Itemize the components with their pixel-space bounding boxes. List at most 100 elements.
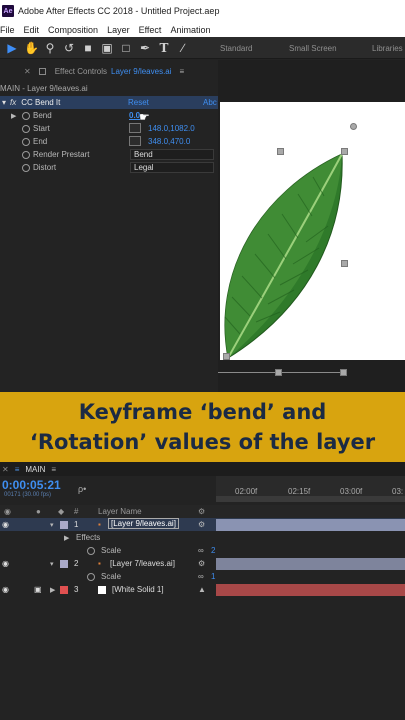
property-name: Effects: [76, 533, 101, 542]
effect-controls-tab-layer[interactable]: Layer 9/leaves.ai: [111, 67, 171, 76]
property-name: Scale: [101, 572, 122, 581]
menu-edit[interactable]: Edit: [24, 25, 40, 35]
property-name: Distort: [33, 163, 57, 172]
timeline-comp-tab[interactable]: MAIN: [25, 465, 45, 474]
rotate-tool-icon[interactable]: ↺: [62, 41, 76, 55]
label-color-swatch[interactable]: [60, 521, 68, 529]
menu-effect[interactable]: Effect: [139, 25, 162, 35]
transform-handle[interactable]: [275, 369, 282, 376]
pan-behind-tool-icon[interactable]: ▣: [100, 41, 114, 55]
stopwatch-icon[interactable]: [22, 112, 30, 120]
transform-handle[interactable]: [341, 148, 348, 155]
shy-switch-icon[interactable]: ⚙: [198, 559, 205, 568]
search-icon[interactable]: ρ•: [78, 484, 86, 494]
menu-animation[interactable]: Animation: [170, 25, 210, 35]
timecode[interactable]: 0:00:05:21: [2, 478, 61, 492]
transform-handle[interactable]: [223, 353, 230, 360]
layer-name[interactable]: [Layer 7/leaves.ai]: [110, 559, 175, 568]
link-icon[interactable]: ∞: [198, 546, 204, 555]
label-color-swatch[interactable]: [60, 560, 68, 568]
effect-name: CC Bend It: [21, 98, 61, 107]
window-title: Adobe After Effects CC 2018 - Untitled P…: [18, 6, 220, 16]
distort-dropdown[interactable]: Legal: [130, 162, 214, 173]
layer-duration-bar[interactable]: [216, 584, 405, 596]
stopwatch-icon[interactable]: [22, 125, 30, 133]
switches-column-icon: ⚙: [198, 507, 206, 516]
selection-tool-icon[interactable]: ▶: [5, 41, 19, 55]
close-icon[interactable]: ✕: [24, 67, 31, 76]
ruler-tick: 02:15f: [288, 487, 311, 496]
zoom-tool-icon[interactable]: ⚲: [43, 41, 57, 55]
start-value[interactable]: 148.0,1082.0: [148, 124, 195, 133]
twirl-arrow-icon[interactable]: ▾: [50, 560, 54, 568]
twirl-arrow-icon[interactable]: ▾: [50, 521, 54, 529]
stopwatch-icon[interactable]: [22, 138, 30, 146]
eye-icon[interactable]: ◉: [2, 520, 9, 529]
stopwatch-icon[interactable]: [22, 164, 30, 172]
scale-value[interactable]: 2: [211, 546, 215, 555]
ruler-tick: 02:00f: [235, 487, 258, 496]
menu-composition[interactable]: Composition: [48, 25, 98, 35]
render-prestart-dropdown[interactable]: Bend: [130, 149, 214, 160]
reset-link[interactable]: Reset: [128, 98, 149, 107]
comp-menu-icon[interactable]: ≡: [15, 465, 20, 474]
pen-tool-icon[interactable]: ✒: [138, 41, 152, 55]
panel-menu-icon[interactable]: ≡: [180, 67, 185, 76]
layer-number: 3: [74, 585, 79, 594]
work-area-bar[interactable]: [216, 496, 405, 502]
property-row-start: Start 148.0,1082.0: [0, 122, 218, 135]
brush-tool-icon[interactable]: ∕: [176, 41, 190, 55]
scale-property-row[interactable]: Scale ∞ 1: [0, 570, 405, 583]
shy-switch-icon[interactable]: ▲: [198, 585, 206, 594]
transform-handle[interactable]: [341, 260, 348, 267]
layer-name[interactable]: [White Solid 1]: [112, 585, 164, 594]
after-effects-logo-icon: Ae: [2, 5, 14, 17]
crosshair-icon[interactable]: [129, 136, 141, 146]
property-name: Scale: [101, 546, 122, 555]
shy-switch-icon[interactable]: ⚙: [198, 520, 205, 529]
stopwatch-icon[interactable]: [87, 573, 95, 581]
property-row-end: End 348.0,470.0: [0, 135, 218, 148]
caption-banner: Keyframe ‘bend’ and ‘Rotation’ values of…: [0, 392, 405, 462]
menu-layer[interactable]: Layer: [107, 25, 130, 35]
type-tool-icon[interactable]: T: [157, 41, 171, 55]
rectangle-tool-icon[interactable]: □: [119, 41, 133, 55]
layer-name[interactable]: [Layer 9/leaves.ai]: [108, 518, 179, 529]
hand-tool-icon[interactable]: ✋: [24, 41, 39, 55]
layer-duration-bar[interactable]: [216, 558, 405, 570]
layer-duration-bar[interactable]: [216, 519, 405, 531]
scale-property-row[interactable]: Scale ∞ 2: [0, 544, 405, 557]
fx-icon[interactable]: fx: [10, 98, 16, 107]
end-value[interactable]: 348.0,470.0: [148, 137, 190, 146]
menu-file[interactable]: File: [0, 25, 15, 35]
layer-name-column[interactable]: Layer Name: [98, 507, 142, 516]
twirl-arrow-icon[interactable]: ▶: [11, 112, 16, 120]
label-color-swatch[interactable]: [60, 586, 68, 594]
close-icon[interactable]: ✕: [2, 465, 9, 474]
effects-group-row[interactable]: ▶ Effects: [0, 531, 405, 544]
lock-icon[interactable]: ▣: [34, 585, 42, 594]
effect-header-row[interactable]: ▾ fx CC Bend It Reset Abc: [0, 96, 218, 109]
scale-value[interactable]: 1: [211, 572, 215, 581]
composition-canvas[interactable]: [220, 102, 405, 360]
twirl-arrow-icon[interactable]: ▶: [50, 586, 55, 594]
stopwatch-icon[interactable]: [87, 547, 95, 555]
eye-icon[interactable]: ◉: [2, 559, 9, 568]
about-link[interactable]: Abc: [203, 98, 217, 107]
transform-handle[interactable]: [277, 148, 284, 155]
twirl-arrow-icon[interactable]: ▶: [64, 534, 69, 542]
eye-icon[interactable]: ◉: [2, 585, 9, 594]
panel-menu-icon[interactable]: ≡: [51, 465, 56, 474]
stopwatch-icon[interactable]: [22, 151, 30, 159]
workspace-libraries[interactable]: Libraries: [372, 44, 403, 53]
workspace-standard[interactable]: Standard: [220, 44, 252, 53]
link-icon[interactable]: ∞: [198, 572, 204, 581]
effect-controls-tab[interactable]: ✕ Effect Controls Layer 9/leaves.ai ≡: [0, 62, 218, 80]
workspace-small-screen[interactable]: Small Screen: [289, 44, 337, 53]
camera-tool-icon[interactable]: ■: [81, 41, 95, 55]
crosshair-icon[interactable]: [129, 123, 141, 133]
anchor-handle[interactable]: [350, 123, 357, 130]
expand-arrow-icon[interactable]: ▾: [2, 98, 6, 107]
transform-handle[interactable]: [340, 369, 347, 376]
lock-icon[interactable]: [38, 67, 46, 75]
